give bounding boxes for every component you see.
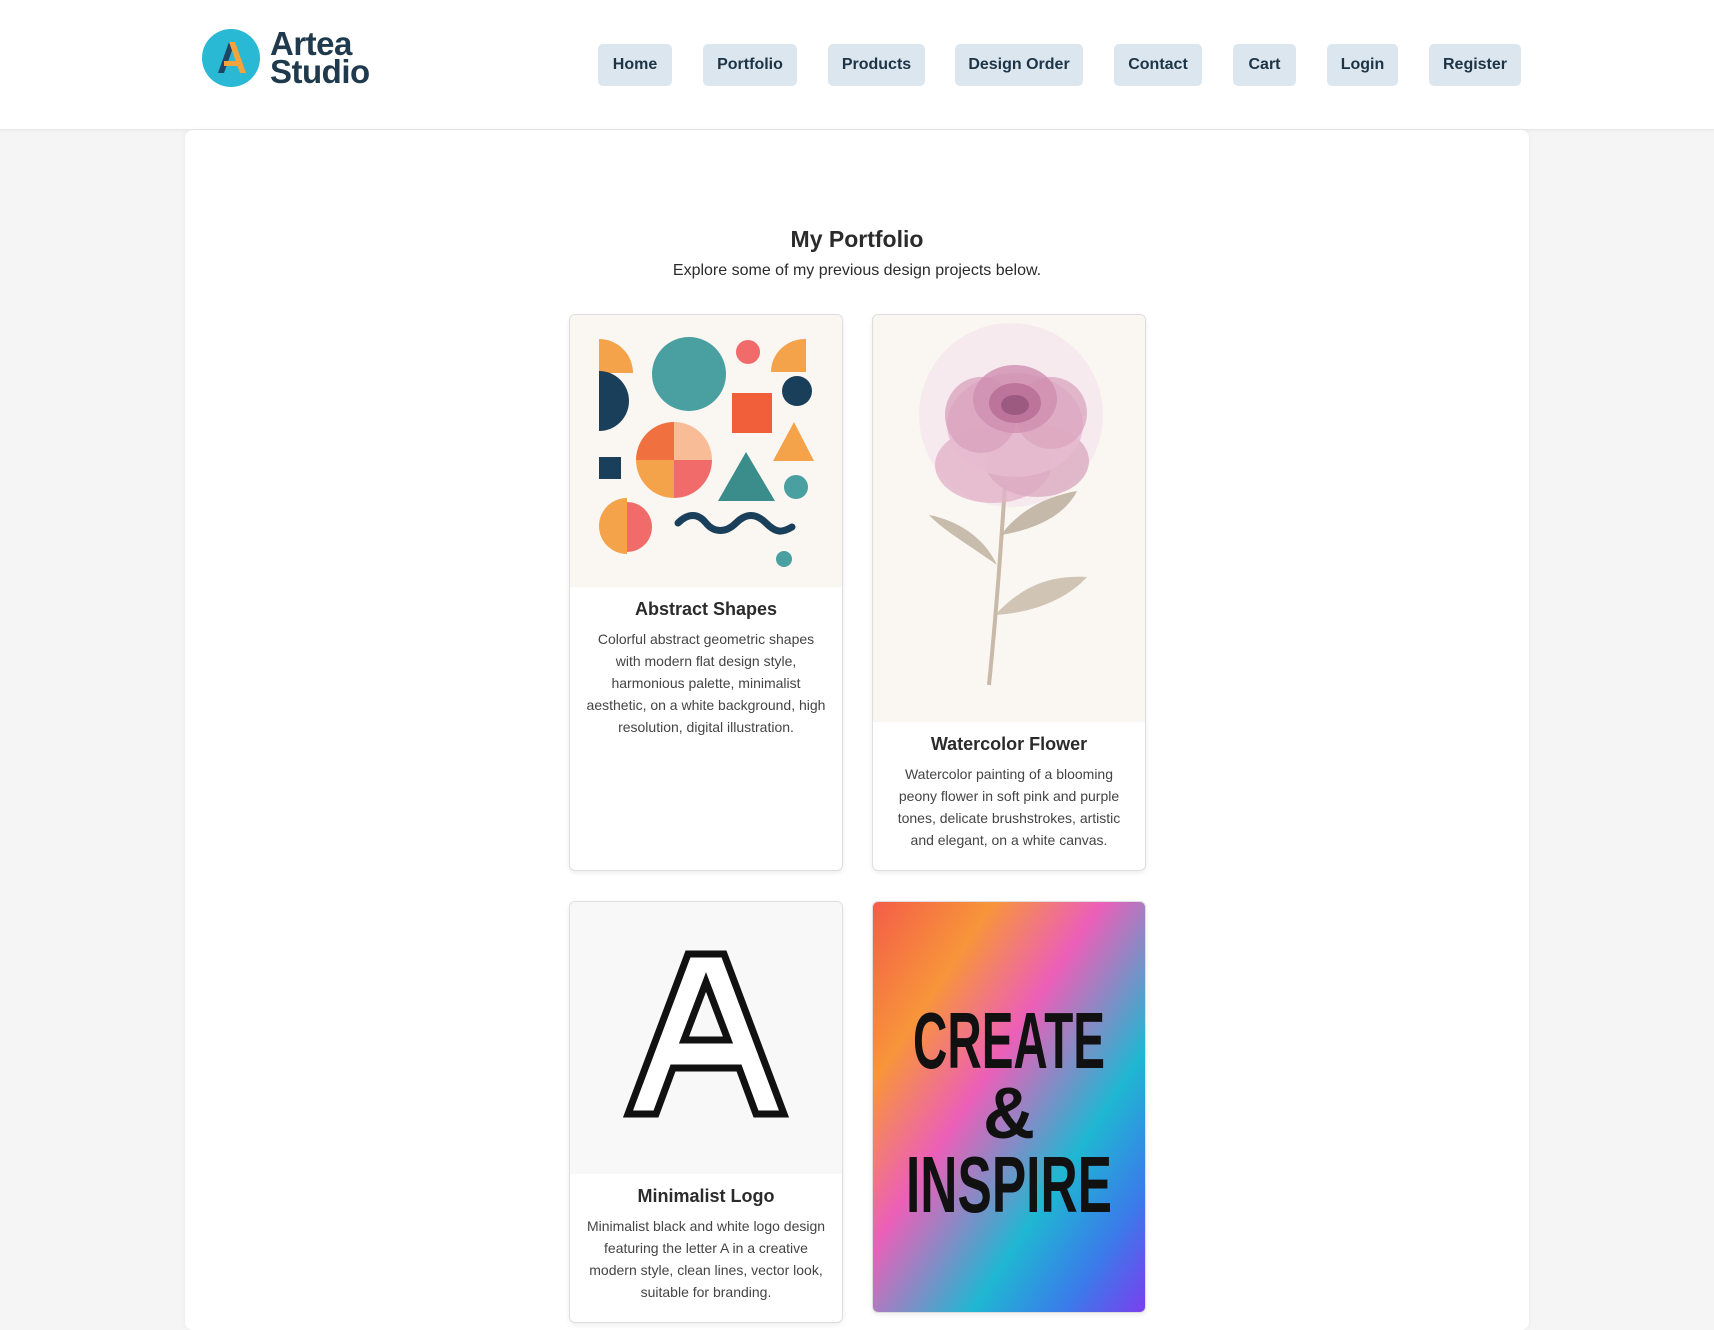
site-header: Artea Studio Home Portfolio Products Des…: [0, 0, 1714, 130]
nav-products-button[interactable]: Products: [828, 44, 925, 86]
nav-login-button[interactable]: Login: [1327, 44, 1398, 86]
card-description: Colorful abstract geometric shapes with …: [586, 631, 826, 735]
brand-logo[interactable]: Artea Studio: [202, 27, 370, 90]
card-description: Minimalist black and white logo design f…: [586, 1218, 826, 1300]
letter-a-logo-illustration: [570, 902, 842, 1174]
page-title: My Portfolio: [790, 226, 924, 252]
nav-home-button[interactable]: Home: [598, 44, 672, 86]
logo-a-icon: [202, 29, 260, 87]
page-subtitle: Explore some of my previous design proje…: [672, 262, 1042, 279]
portfolio-card-abstract-shapes[interactable]: Abstract Shapes Colorful abstract geomet…: [569, 314, 843, 871]
card-title: Minimalist Logo: [637, 1186, 775, 1206]
card-title: Watercolor Flower: [930, 734, 1088, 754]
portfolio-card-watercolor-flower[interactable]: Watercolor Flower Watercolor painting of…: [872, 314, 1146, 871]
nav-contact-button[interactable]: Contact: [1114, 44, 1202, 86]
poster-line-1: CREATE: [913, 996, 1105, 1085]
nav-cart-button[interactable]: Cart: [1233, 44, 1296, 86]
nav-portfolio-button[interactable]: Portfolio: [703, 44, 797, 86]
abstract-shapes-illustration: [570, 315, 842, 587]
brand-line-2: Studio: [270, 53, 370, 90]
poster-line-3: INSPIRE: [906, 1140, 1112, 1229]
portfolio-card-minimalist-logo[interactable]: Minimalist Logo Minimalist black and whi…: [569, 901, 843, 1323]
typography-poster-illustration: CREATE & INSPIRE: [873, 902, 1145, 1312]
content-panel: [185, 130, 1529, 1330]
card-description: Watercolor painting of a blooming peony …: [897, 766, 1121, 848]
watercolor-peony-illustration: [873, 315, 1145, 722]
nav-register-button[interactable]: Register: [1429, 44, 1521, 86]
card-title: Abstract Shapes: [634, 599, 778, 619]
nav-design-order-button[interactable]: Design Order: [955, 44, 1083, 86]
brand-wordmark: Artea Studio: [270, 27, 370, 90]
portfolio-card-typography-poster[interactable]: CREATE & INSPIRE: [872, 901, 1146, 1313]
